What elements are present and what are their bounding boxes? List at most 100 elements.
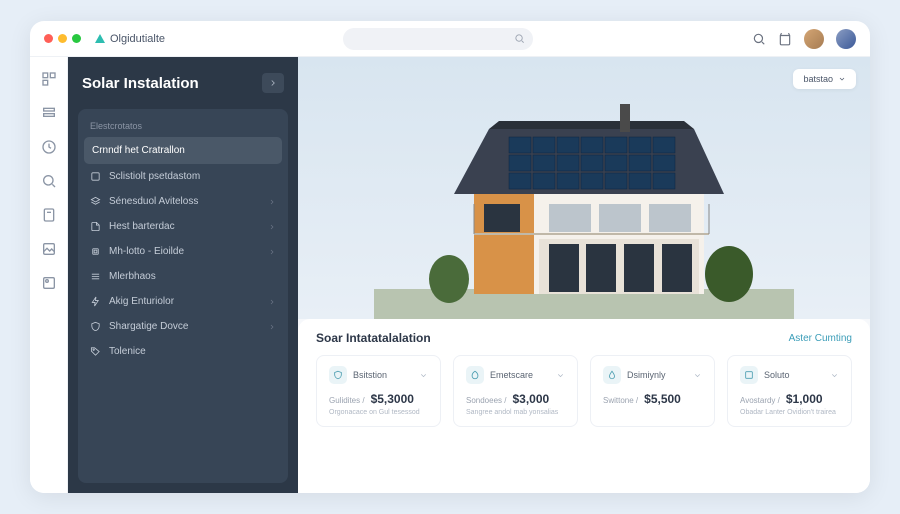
- topbar-actions: [752, 29, 856, 49]
- layers-icon: [90, 196, 101, 207]
- sidebar-item-label: Akig Enturiolor: [109, 296, 174, 307]
- brand-logo-icon: [95, 34, 105, 43]
- box-icon: [740, 366, 758, 384]
- metric-card[interactable]: Dsimiynly Swittone / $5,500: [590, 355, 715, 427]
- sidebar-panel: Elestcrotatos Crnndf het Cratrallon Sclis…: [78, 109, 288, 483]
- hero-image: batstao: [298, 57, 870, 319]
- chevron-right-icon: [268, 298, 276, 306]
- filter-dropdown[interactable]: batstao: [793, 69, 856, 89]
- metric-label: Dsimiynly: [627, 370, 687, 380]
- chevron-down-icon: [693, 371, 702, 380]
- drop-icon: [603, 366, 621, 384]
- chevron-down-icon: [419, 371, 428, 380]
- menu-icon: [90, 271, 101, 282]
- app-window: Olgidutialte Solar Instalation: [30, 21, 870, 493]
- metric-label: Bsitstion: [353, 370, 413, 380]
- document-icon[interactable]: [41, 207, 57, 223]
- avatar[interactable]: [804, 29, 824, 49]
- album-icon[interactable]: [41, 275, 57, 291]
- sidebar-item[interactable]: Tolenice: [78, 339, 288, 364]
- sidebar-item-label: Sénesduol Aviteloss: [109, 196, 198, 207]
- sidebar-item[interactable]: Mlerbhaos: [78, 264, 288, 289]
- metric-card[interactable]: Emetscare Sondoees / $3,000 Sangree ando…: [453, 355, 578, 427]
- sidebar-item[interactable]: Akig Enturiolor: [78, 289, 288, 314]
- nav-rail: [30, 57, 68, 493]
- sidebar-section-label: Elestcrotatos: [78, 117, 288, 137]
- sidebar-item-label: Mh-lotto - Eioilde: [109, 246, 184, 257]
- box-icon: [90, 171, 101, 182]
- sidebar-item[interactable]: Mh-lotto - Eioilde: [78, 239, 288, 264]
- chevron-right-icon: [268, 323, 276, 331]
- sidebar-item[interactable]: Crnndf het Cratrallon: [84, 137, 282, 164]
- search-input[interactable]: [343, 28, 533, 50]
- chevron-right-icon: [268, 198, 276, 206]
- shield-icon: [90, 321, 101, 332]
- metric-sub: Gulidites /: [329, 396, 365, 405]
- metric-card[interactable]: Bsitstion Gulidites / $5,3000 Orgonacace…: [316, 355, 441, 427]
- summary-link[interactable]: Aster Cumting: [789, 333, 852, 344]
- metric-card[interactable]: Soluto Avostardy / $1,000 Obadar Lanter …: [727, 355, 852, 427]
- brand: Olgidutialte: [95, 33, 165, 45]
- metric-price: $5,500: [644, 392, 681, 406]
- sidebar-item-label: Hest barterdac: [109, 221, 175, 232]
- metric-label: Emetscare: [490, 370, 550, 380]
- metric-sub: Sondoees /: [466, 396, 506, 405]
- metric-desc: Orgonacace on Gul tesessod: [329, 409, 428, 416]
- metrics-row: Bsitstion Gulidites / $5,3000 Orgonacace…: [316, 355, 852, 427]
- bolt-icon: [90, 296, 101, 307]
- summary-title: Soar Intatatalalation: [316, 331, 431, 345]
- sidebar-header: Solar Instalation: [68, 57, 298, 103]
- metric-desc: Obadar Lanter Ovidion't trairea: [740, 409, 839, 416]
- search-icon[interactable]: [41, 173, 57, 189]
- metric-label: Soluto: [764, 370, 824, 380]
- brand-name: Olgidutialte: [110, 33, 165, 45]
- sidebar-item-label: Shargatige Dovce: [109, 321, 189, 332]
- house-illustration: [374, 79, 794, 319]
- sidebar-item-label: Sclistiolt psetdastom: [109, 171, 200, 182]
- search-icon: [514, 33, 525, 44]
- arrow-right-icon: [268, 78, 278, 88]
- summary-header: Soar Intatatalalation Aster Cumting: [316, 331, 852, 345]
- minimize-window-icon[interactable]: [58, 34, 67, 43]
- dashboard-icon[interactable]: [41, 71, 57, 87]
- cart-icon[interactable]: [778, 32, 792, 46]
- metric-desc: Sangree andol mab yonsalias: [466, 409, 565, 416]
- sidebar-item[interactable]: Sénesduol Aviteloss: [78, 189, 288, 214]
- cpu-icon: [90, 246, 101, 257]
- metric-sub: Swittone /: [603, 396, 638, 405]
- body: Solar Instalation Elestcrotatos Crnndf h…: [30, 57, 870, 493]
- image-icon[interactable]: [41, 241, 57, 257]
- page-title: Solar Instalation: [82, 75, 199, 92]
- close-window-icon[interactable]: [44, 34, 53, 43]
- sidebar-item[interactable]: Hest barterdac: [78, 214, 288, 239]
- sidebar: Solar Instalation Elestcrotatos Crnndf h…: [68, 57, 298, 493]
- avatar[interactable]: [836, 29, 856, 49]
- sidebar-item[interactable]: Shargatige Dovce: [78, 314, 288, 339]
- sidebar-item-label: Crnndf het Cratrallon: [92, 145, 185, 156]
- filter-label: batstao: [803, 74, 833, 84]
- tag-icon: [90, 346, 101, 357]
- maximize-window-icon[interactable]: [72, 34, 81, 43]
- sidebar-item-label: Tolenice: [109, 346, 146, 357]
- metric-price: $1,000: [786, 392, 823, 406]
- chevron-down-icon: [830, 371, 839, 380]
- leaf-icon: [466, 366, 484, 384]
- chevron-down-icon: [556, 371, 565, 380]
- metric-sub: Avostardy /: [740, 396, 780, 405]
- window-controls: [44, 34, 81, 43]
- metric-price: $5,3000: [371, 392, 414, 406]
- sidebar-item-label: Mlerbhaos: [109, 271, 156, 282]
- file-icon: [90, 221, 101, 232]
- search-icon[interactable]: [752, 32, 766, 46]
- layers-icon[interactable]: [41, 105, 57, 121]
- clock-icon[interactable]: [41, 139, 57, 155]
- summary-card: Soar Intatatalalation Aster Cumting Bsit…: [298, 319, 870, 493]
- chevron-right-icon: [268, 223, 276, 231]
- collapse-button[interactable]: [262, 73, 284, 93]
- main: batstao: [298, 57, 870, 493]
- topbar: Olgidutialte: [30, 21, 870, 57]
- shield-icon: [329, 366, 347, 384]
- chevron-down-icon: [838, 75, 846, 83]
- sidebar-item[interactable]: Sclistiolt psetdastom: [78, 164, 288, 189]
- chevron-right-icon: [268, 248, 276, 256]
